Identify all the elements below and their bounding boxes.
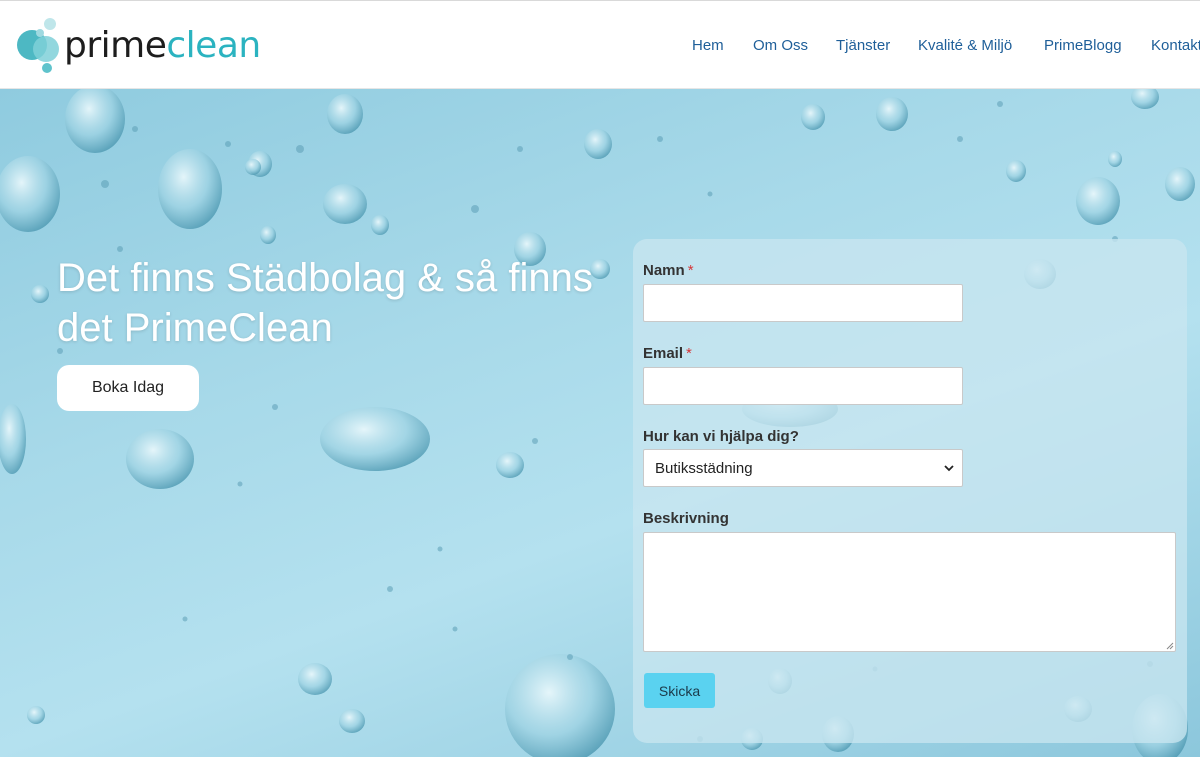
contact-form: Namn * Email * Hur kan vi hjälpa dig? Buti…: [633, 239, 1187, 743]
resize-grip-icon[interactable]: [1165, 641, 1174, 650]
book-today-button[interactable]: Boka Idag: [57, 365, 199, 411]
nav-item-primeblogg[interactable]: PrimeBlogg: [1044, 37, 1122, 54]
service-select-value: Butiksstädning: [655, 460, 753, 477]
description-textarea[interactable]: [643, 532, 1176, 652]
main-navigation: Hem Om Oss Tjänster Kvalité & Miljö Prim…: [0, 37, 1200, 57]
site-header: primeclean Hem Om Oss Tjänster Kvalité &…: [0, 0, 1200, 89]
hero-title: Det finns Städbolag & så finns det Prime…: [57, 256, 593, 350]
description-field-label: Beskrivning: [643, 510, 729, 527]
name-field[interactable]: [643, 284, 963, 322]
email-field-label: Email *: [643, 345, 692, 362]
help-field-label: Hur kan vi hjälpa dig?: [643, 428, 799, 445]
nav-item-kvalite-miljo[interactable]: Kvalité & Miljö: [918, 37, 1012, 54]
submit-button[interactable]: Skicka: [644, 673, 715, 708]
name-field-label: Namn *: [643, 262, 694, 279]
nav-item-hem[interactable]: Hem: [692, 37, 724, 54]
nav-item-kontakt[interactable]: Kontakt: [1151, 37, 1200, 54]
required-marker: *: [687, 262, 694, 279]
required-marker: *: [686, 345, 692, 362]
email-field[interactable]: [643, 367, 963, 405]
email-label-text: Email: [643, 345, 684, 362]
nav-item-tjanster[interactable]: Tjänster: [836, 37, 890, 54]
nav-item-om-oss[interactable]: Om Oss: [753, 37, 808, 54]
service-select[interactable]: Butiksstädning: [643, 449, 963, 487]
hero-section: Det finns Städbolag & så finns det Prime…: [0, 89, 1200, 757]
name-label-text: Namn: [643, 262, 685, 279]
chevron-down-icon: [944, 465, 954, 472]
